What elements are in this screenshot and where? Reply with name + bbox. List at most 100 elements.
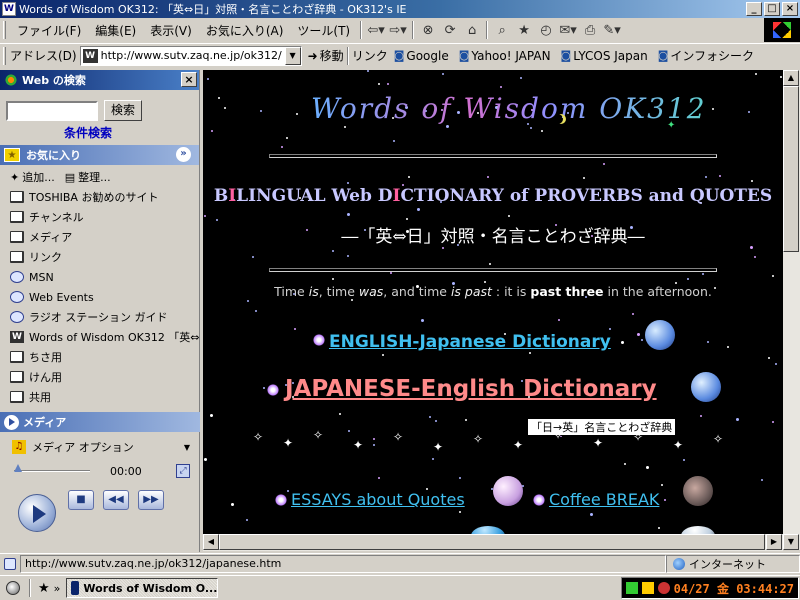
favorite-label: ラジオ ステーション ガイド [29,311,168,324]
search-icon[interactable]: ⌕ [492,20,512,40]
quote-part: is [308,284,319,299]
search-input[interactable] [6,100,98,121]
stop-button[interactable]: ■ [68,490,94,510]
forward-arrow-icon[interactable]: ⇨▾ [388,20,408,40]
star-dot [332,278,334,280]
chevron-right-icon[interactable]: » [176,147,191,162]
menu-tools[interactable]: ツール(T) [290,20,357,41]
edit-icon[interactable]: ✎▾ [602,20,622,40]
glow-star-icon [313,334,325,346]
favorite-item[interactable]: メディア [10,227,199,247]
link-yahoo[interactable]: ◙ Yahoo! JAPAN [459,49,551,63]
star-dot [246,519,248,521]
star-dot [281,146,283,148]
links-label[interactable]: リンク [352,47,388,64]
star-dot [446,125,449,128]
go-button[interactable]: ➜ 移動 [308,47,344,64]
link-lycos[interactable]: ◙ LYCOS Japan [561,49,648,63]
glow-star-icon [533,494,545,506]
vertical-scrollbar[interactable]: ▲ ▼ [783,70,800,550]
horizontal-scroll-thumb[interactable] [219,534,765,550]
seek-thumb[interactable] [14,464,22,472]
add-favorite-button[interactable]: ✦ 追加... [10,169,55,185]
star-dot [772,421,774,423]
star-dot [772,275,774,277]
star-dot [489,263,491,265]
favorite-item[interactable]: Web Events [10,287,199,307]
english-japanese-dictionary-link[interactable]: ENGLISH-Japanese Dictionary [329,332,611,352]
link-google[interactable]: ◙ Google [394,49,449,63]
favorite-item[interactable]: MSN [10,267,199,287]
refresh-icon[interactable]: ⟳ [440,20,460,40]
favorite-item[interactable]: ラジオ ステーション ガイド [10,307,199,327]
organize-favorites-button[interactable]: ▤ 整理... [65,169,111,185]
play-button[interactable] [18,494,56,532]
undock-icon[interactable]: ⤢ [176,464,190,478]
network-icon[interactable] [625,582,638,594]
close-button[interactable]: × [782,2,798,16]
favorite-label: Web Events [29,290,94,304]
stop-icon[interactable]: ⊗ [418,20,438,40]
minimize-button[interactable]: _ [746,2,762,16]
site-w-icon: W [10,331,24,343]
close-icon[interactable]: × [181,72,197,87]
japanese-subtitle: ―「英⇔日」対照・名言ことわざ辞典― [341,227,645,247]
address-field[interactable]: W http://www.sutv.zaq.ne.jp/ok312/ ▼ [79,45,302,66]
coffee-break-link[interactable]: Coffee BREAK [549,490,659,509]
star-dot [755,73,757,75]
favorite-item[interactable]: けん用 [10,367,199,387]
menu-view[interactable]: 表示(V) [143,20,199,41]
back-arrow-icon[interactable]: ⇦▾ [366,20,386,40]
toolbar-grip[interactable] [3,21,6,39]
favorite-label: メディア [29,231,73,244]
favorites-icon[interactable]: ★ [514,20,534,40]
advanced-search-link[interactable]: 条件検索 [0,121,199,141]
horizontal-scrollbar[interactable]: ◀ ▶ [203,534,783,551]
menu-file[interactable]: ファイル(F) [10,20,88,41]
home-icon[interactable]: ⌂ [462,20,482,40]
vertical-scroll-thumb[interactable] [783,86,799,252]
favorite-item[interactable]: ちさ用 [10,347,199,367]
star-dot [583,177,585,179]
toolbar-grip[interactable] [3,46,6,65]
favorite-item[interactable]: 共用 [10,387,199,407]
japanese-english-dictionary-link[interactable]: JAPANESE-English Dictionary [285,376,657,402]
start-icon[interactable] [6,581,20,595]
favorite-label: 共用 [29,391,51,404]
site-w-icon[interactable]: W [2,2,16,16]
favorite-item[interactable]: チャンネル [10,207,199,227]
print-icon[interactable]: ⎙ [580,20,600,40]
favorite-item[interactable]: W Words of Wisdom OK312 「英⇔... [10,327,199,347]
menu-favorites[interactable]: お気に入り(A) [199,20,291,41]
mail-icon[interactable]: ✉▾ [558,20,578,40]
scroll-up-icon[interactable]: ▲ [783,70,799,86]
folder-icon [10,211,24,223]
page-icon [10,271,24,283]
favorite-item[interactable]: リンク [10,247,199,267]
tray-app-icon[interactable] [641,582,654,594]
media-options-dropdown[interactable]: ♫ メディア オプション ▼ [12,438,190,456]
star-dot [508,215,510,217]
go-label: 移動 [319,49,344,63]
star-dot [637,333,640,336]
search-button[interactable]: 検索 [104,100,142,121]
seek-slider[interactable] [14,464,90,472]
link-infoseek[interactable]: ◙ インフォシーク [658,47,754,64]
address-dropdown-icon[interactable]: ▼ [284,46,301,65]
tray-app-icon[interactable] [657,582,670,594]
menu-edit[interactable]: 編集(E) [88,20,143,41]
scroll-left-icon[interactable]: ◀ [203,534,219,550]
scroll-right-icon[interactable]: ▶ [766,534,782,550]
favorite-item[interactable]: TOSHIBA お勧めのサイト [10,187,199,207]
essays-about-quotes-link[interactable]: ESSAYS about Quotes [291,490,465,509]
taskbar-ie-window[interactable]: Words of Wisdom O... [66,578,219,598]
star-icon[interactable]: ★ [38,581,50,596]
history-icon[interactable]: ◴ [536,20,556,40]
rewind-button[interactable]: ◀◀ [103,490,129,510]
globe-icon [673,557,685,570]
maximize-button[interactable]: □ [764,2,780,16]
fast-forward-button[interactable]: ▶▶ [138,490,164,510]
address-url[interactable]: http://www.sutv.zaq.ne.jp/ok312/ [101,49,285,62]
chevron-right-icon[interactable]: » [54,582,61,595]
scroll-down-icon[interactable]: ▼ [783,534,799,550]
